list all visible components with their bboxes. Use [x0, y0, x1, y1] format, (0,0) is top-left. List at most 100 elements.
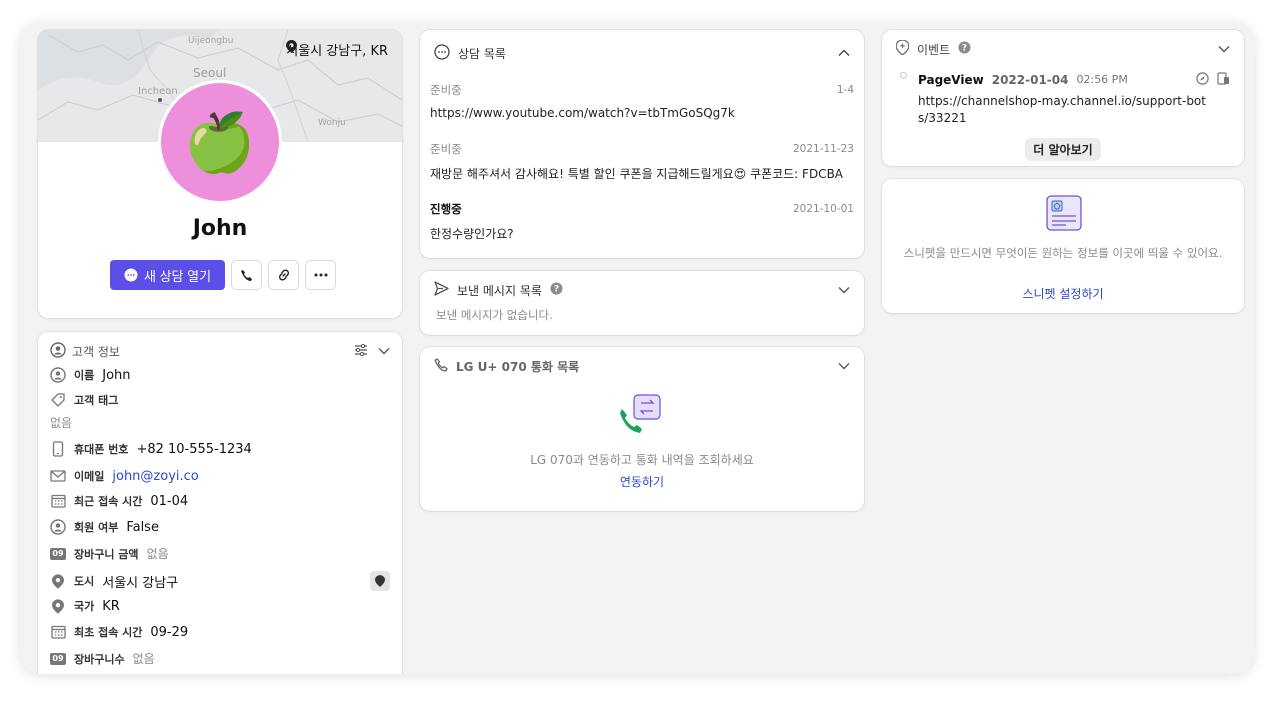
- lg-call-title: LG U+ 070 통화 목록: [456, 359, 580, 374]
- chat-icon: [124, 268, 138, 282]
- svg-text:?: ?: [554, 285, 559, 295]
- event-row[interactable]: PageView 2022-01-04 02:56 PM: [918, 70, 1230, 89]
- pin-icon: [286, 40, 298, 53]
- snippet-card: 스니펫을 만드시면 무엇이든 원하는 정보를 이곳에 띄울 수 있어요. 스니펫…: [882, 179, 1244, 313]
- help-icon[interactable]: ?: [958, 41, 971, 57]
- chevron-down-icon[interactable]: [1218, 42, 1230, 56]
- customer-info-header: 고객 정보: [50, 341, 390, 361]
- consult-date: 1-4: [836, 84, 854, 96]
- device-icon[interactable]: [1217, 70, 1230, 89]
- consult-item[interactable]: 진행중 2021-10-01 한정수량인가요?: [430, 201, 854, 242]
- help-icon[interactable]: ?: [550, 282, 563, 298]
- info-value[interactable]: 01-04: [150, 494, 188, 509]
- info-label: 이메일: [74, 470, 105, 483]
- phone-sync-illustration: [618, 393, 664, 439]
- consult-date: 2021-11-23: [792, 143, 854, 155]
- consult-status: 준비중: [430, 83, 462, 97]
- consult-status: 진행중: [430, 202, 462, 216]
- snippet-setup-link[interactable]: 스니펫 설정하기: [882, 285, 1244, 302]
- settings-sliders-icon[interactable]: [354, 343, 368, 359]
- event-url[interactable]: https://channelshop-may.channel.io/suppo…: [918, 93, 1210, 127]
- info-row-phone: 휴대폰 번호 +82 10-555-1234: [50, 441, 252, 457]
- link-icon: [278, 269, 289, 281]
- number-icon: 09: [50, 547, 66, 560]
- chevron-up-icon[interactable]: [838, 46, 850, 60]
- more-button[interactable]: [305, 260, 337, 290]
- info-row-country: 국가 KR: [50, 598, 120, 614]
- map-pin-button[interactable]: [370, 571, 390, 591]
- events-card: 이벤트 ? PageView 2022-01-04 02:56 PM https…: [882, 30, 1244, 166]
- info-value[interactable]: 서울시 강남구: [102, 572, 178, 591]
- consult-date: 2021-10-01: [792, 203, 854, 215]
- calendar-icon: [50, 494, 66, 508]
- info-row-tag-value: 없음: [50, 414, 72, 431]
- chevron-down-icon[interactable]: [378, 344, 390, 358]
- events-title: 이벤트: [917, 42, 951, 57]
- link-button[interactable]: [268, 260, 300, 290]
- app-frame: Uijeongbu Seoul Incheon Wonju 서울시 강남구, K…: [20, 22, 1254, 674]
- phone-icon: [434, 357, 448, 375]
- sent-messages-header[interactable]: 보낸 메시지 목록 ?: [434, 281, 850, 299]
- customer-info-card: 고객 정보 이름 John 고객 태그 없음 휴대폰 번호 +82 10-555…: [38, 332, 402, 674]
- chat-bubble-icon: [434, 43, 450, 63]
- info-label: 최초 접속 시간: [74, 626, 143, 639]
- consult-list-header[interactable]: 상담 목록: [434, 43, 850, 63]
- info-value[interactable]: 없음: [50, 414, 72, 431]
- phone-icon: [241, 269, 253, 281]
- user-circle-icon: [50, 341, 66, 361]
- info-value[interactable]: 없음: [133, 650, 155, 667]
- avatar: 🍏: [158, 80, 282, 204]
- map-label: Incheon: [138, 86, 178, 97]
- chevron-down-icon[interactable]: [838, 283, 850, 297]
- info-row-email: 이메일 john@zoyi.co: [50, 468, 199, 484]
- send-icon: [434, 281, 449, 299]
- call-button[interactable]: [231, 260, 263, 290]
- consult-status: 준비중: [430, 142, 462, 156]
- timeline-dot: [900, 72, 907, 79]
- mobile-icon: [50, 441, 66, 457]
- info-row-first-access: 최초 접속 시간 09-29: [50, 624, 188, 640]
- lg-call-card: LG U+ 070 통화 목록 LG 070과 연동하고 통화 내역을 조회하세…: [420, 347, 864, 511]
- consult-item[interactable]: 준비중 1-4 https://www.youtube.com/watch?v=t…: [430, 82, 854, 120]
- info-row-cart-amount: 09 장바구니 금액 없음: [50, 545, 169, 562]
- info-label: 장바구니 금액: [74, 547, 139, 561]
- info-value[interactable]: John: [102, 368, 130, 383]
- user-icon: [50, 519, 66, 535]
- pin-icon: [50, 573, 66, 589]
- event-time: 02:56 PM: [1076, 73, 1128, 86]
- new-consult-button[interactable]: 새 상담 열기: [110, 260, 226, 290]
- compass-icon[interactable]: [1196, 70, 1209, 89]
- info-label: 이름: [74, 369, 95, 382]
- tag-icon: [50, 392, 66, 408]
- map-pin-icon: [375, 575, 385, 587]
- info-value-email[interactable]: john@zoyi.co: [112, 469, 198, 484]
- pin-icon: [50, 598, 66, 614]
- consult-list-card: 상담 목록 준비중 1-4 https://www.youtube.com/wat…: [420, 30, 864, 258]
- lg-call-header[interactable]: LG U+ 070 통화 목록: [434, 357, 850, 375]
- info-value[interactable]: +82 10-555-1234: [136, 442, 251, 457]
- info-value[interactable]: KR: [102, 599, 120, 614]
- lg-connect-link[interactable]: 연동하기: [420, 473, 864, 490]
- info-label: 국가: [74, 600, 95, 613]
- info-row-city: 도시 서울시 강남구: [50, 571, 390, 591]
- info-label: 휴대폰 번호: [74, 443, 129, 456]
- event-name: PageView: [918, 72, 984, 87]
- map-label: Seoul: [193, 66, 227, 80]
- chevron-down-icon[interactable]: [838, 359, 850, 373]
- user-icon: [50, 367, 66, 383]
- calendar-icon: [50, 625, 66, 639]
- consult-item[interactable]: 준비중 2021-11-23 재방문 해주셔서 감사해요! 특별 할인 쿠폰을 지…: [430, 141, 854, 182]
- info-label: 고객 태그: [74, 394, 119, 407]
- consult-message: https://www.youtube.com/watch?v=tbTmGoSQ…: [430, 106, 735, 120]
- info-row-last-access: 최근 접속 시간 01-04: [50, 493, 188, 509]
- new-consult-label: 새 상담 열기: [144, 268, 212, 284]
- info-value[interactable]: False: [126, 520, 159, 535]
- info-value[interactable]: 없음: [147, 545, 169, 562]
- sent-messages-card: 보낸 메시지 목록 ? 보낸 메시지가 없습니다.: [420, 271, 864, 335]
- learn-more-button[interactable]: 더 알아보기: [1025, 138, 1101, 161]
- info-value[interactable]: 09-29: [150, 625, 188, 640]
- events-header[interactable]: 이벤트 ?: [895, 39, 1230, 58]
- event-date: 2022-01-04: [991, 72, 1069, 87]
- info-row-tag: 고객 태그: [50, 392, 126, 408]
- customer-info-title: 고객 정보: [72, 344, 120, 359]
